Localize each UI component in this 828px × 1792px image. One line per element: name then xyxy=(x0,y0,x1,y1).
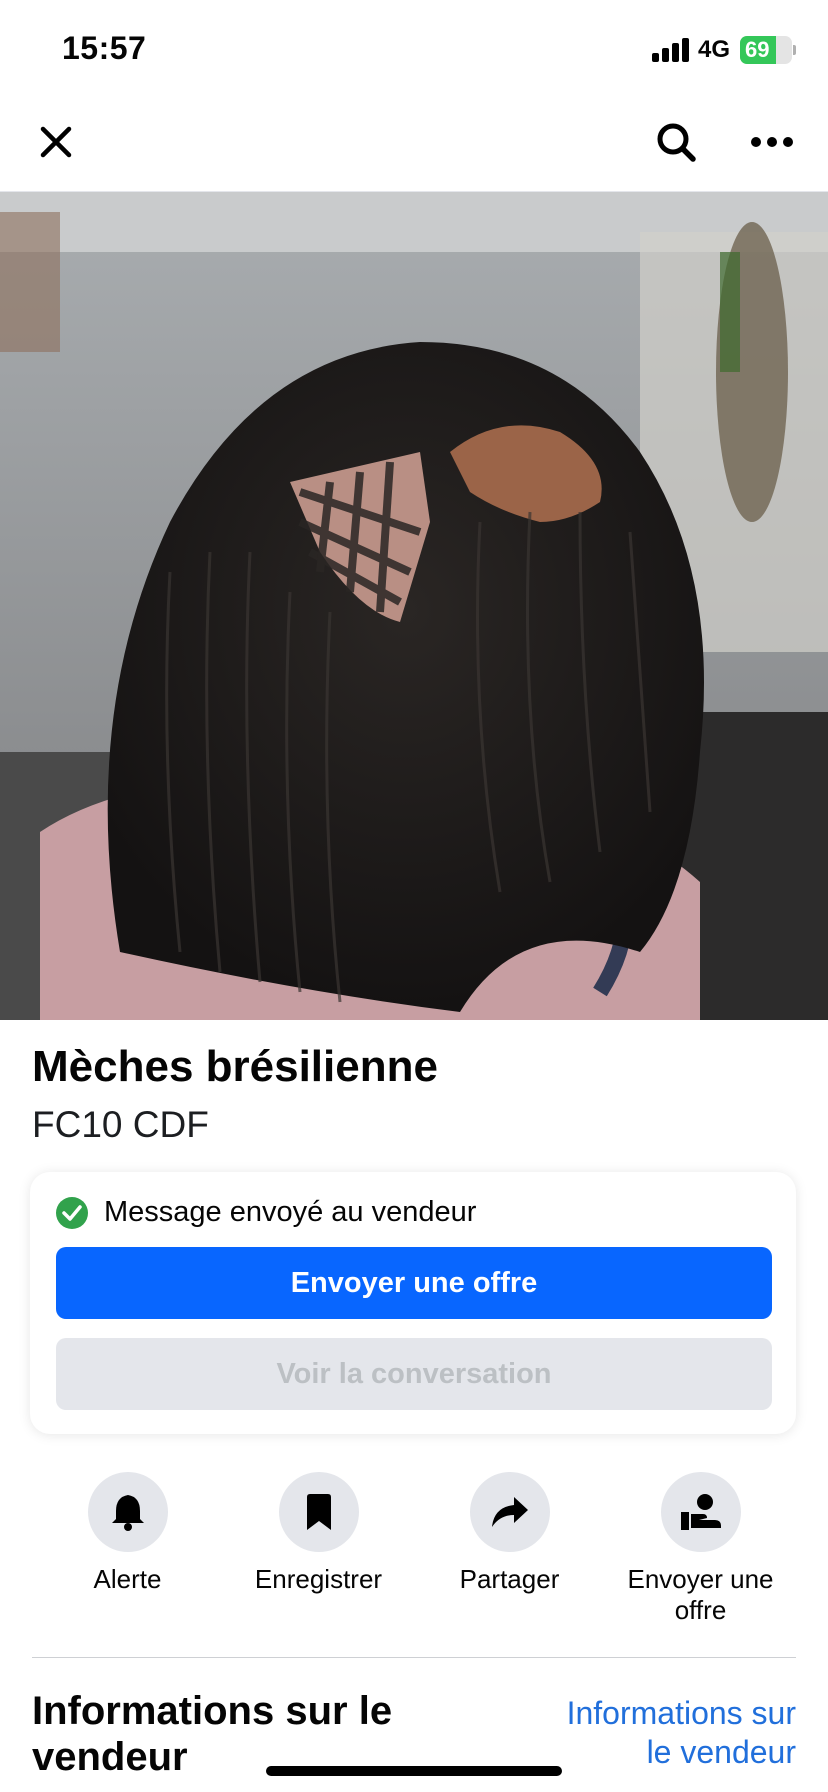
more-options-button[interactable] xyxy=(744,114,800,170)
save-action[interactable]: Enregistrer xyxy=(223,1472,414,1632)
alert-action[interactable]: Alerte xyxy=(32,1472,223,1632)
top-nav xyxy=(0,92,828,192)
signal-icon xyxy=(652,38,690,62)
battery-cap xyxy=(793,45,796,55)
check-circle-icon xyxy=(56,1196,88,1229)
network-type: 4G xyxy=(698,36,731,63)
product-photo-illustration xyxy=(0,192,828,1020)
share-label: Partager xyxy=(459,1564,560,1594)
alert-button[interactable] xyxy=(87,1472,168,1552)
make-offer-label: Envoyer une offre xyxy=(627,1564,774,1625)
listing-title: Mèches brésilienne xyxy=(32,1042,438,1091)
close-button[interactable] xyxy=(28,114,84,170)
divider xyxy=(32,1657,796,1658)
bell-icon xyxy=(111,1495,144,1531)
message-status-text: Message envoyé au vendeur xyxy=(104,1196,477,1228)
bookmark-icon xyxy=(306,1494,331,1530)
share-action[interactable]: Partager xyxy=(414,1472,605,1632)
action-bar: Alerte Enregistrer Partager Envoyer une … xyxy=(32,1472,796,1632)
save-button[interactable] xyxy=(278,1472,359,1552)
seller-info-link[interactable]: Informations sur le vendeur xyxy=(536,1694,796,1772)
listing-price: FC10 CDF xyxy=(32,1104,209,1145)
battery-icon: 69 xyxy=(740,36,792,64)
make-offer-action[interactable]: Envoyer une offre xyxy=(605,1472,796,1632)
alert-label: Alerte xyxy=(93,1564,162,1594)
send-offer-button[interactable]: Envoyer une offre xyxy=(56,1247,772,1319)
share-button[interactable] xyxy=(469,1472,550,1552)
close-icon xyxy=(40,126,72,158)
make-offer-icon xyxy=(680,1494,721,1530)
more-horizontal-icon xyxy=(751,137,793,147)
save-label: Enregistrer xyxy=(254,1564,383,1594)
make-offer-button[interactable] xyxy=(660,1472,741,1552)
status-time: 15:57 xyxy=(62,30,147,66)
home-indicator xyxy=(266,1766,562,1776)
search-icon xyxy=(657,123,696,162)
view-conversation-button[interactable]: Voir la conversation xyxy=(56,1338,772,1410)
message-card: Message envoyé au vendeur Envoyer une of… xyxy=(30,1172,796,1434)
status-bar: 15:57 4G 69 xyxy=(0,0,828,92)
battery-level: 69 xyxy=(745,37,770,62)
product-photo[interactable] xyxy=(0,192,828,1020)
share-icon xyxy=(491,1497,528,1527)
message-status: Message envoyé au vendeur xyxy=(56,1196,476,1229)
search-button[interactable] xyxy=(648,114,704,170)
